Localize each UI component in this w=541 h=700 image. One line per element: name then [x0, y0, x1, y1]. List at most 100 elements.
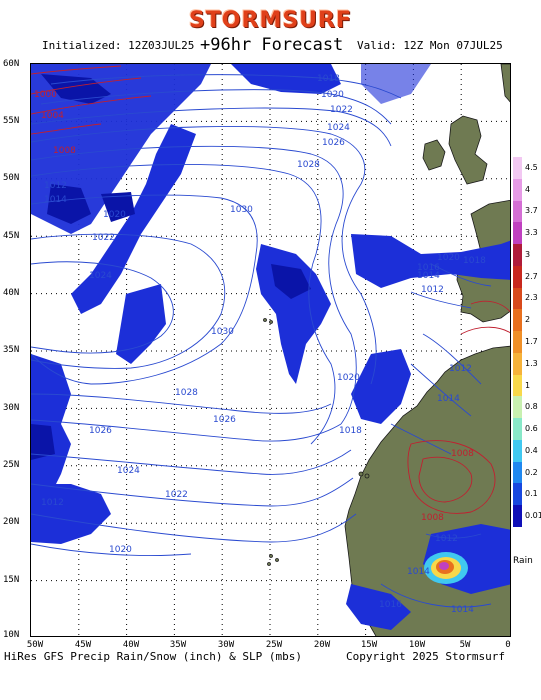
colorbar-segment — [513, 396, 522, 419]
lon-label: 40W — [122, 640, 140, 650]
colorbar-label: 1.7 — [525, 337, 538, 346]
lat-label: 15N — [3, 575, 20, 585]
colorbar-segment — [513, 265, 522, 289]
lon-label: 30W — [217, 640, 235, 650]
isobar-label: 1020 — [109, 545, 132, 555]
colorbar-segment — [513, 505, 522, 528]
isobar-label: 1022 — [92, 233, 115, 243]
precip-ne-atl — [361, 64, 431, 104]
isobar-label: 1026 — [89, 426, 112, 436]
isobar-label: 1024 — [89, 271, 112, 281]
lat-label: 10N — [3, 630, 20, 640]
isobar-label: 1024 — [117, 466, 140, 476]
lat-label: 35N — [3, 345, 20, 355]
colorbar-unit: Rain — [513, 556, 533, 566]
isobar-label: 1028 — [175, 388, 198, 398]
isobar-label: 1030 — [230, 205, 253, 215]
lat-label: 60N — [3, 59, 20, 69]
colorbar-label: 0.2 — [525, 467, 538, 477]
footer-copyright: Copyright 2025 Stormsurf — [346, 650, 505, 663]
lat-label: 45N — [3, 231, 20, 241]
colorbar-segment — [513, 309, 522, 332]
colorbar-segment — [513, 418, 522, 441]
isobar-label: 1014 — [44, 195, 67, 205]
britain-landmass — [448, 115, 488, 185]
lon-label: 45W — [74, 640, 92, 650]
colorbar-label: 0.8 — [525, 402, 538, 412]
colorbar-label: 0.4 — [525, 445, 538, 455]
isobar-label: 1020 — [437, 253, 460, 263]
lon-label: 20W — [313, 640, 331, 650]
colorbar-segment — [513, 200, 522, 223]
lat-label: 20N — [3, 517, 20, 527]
colorbar-segment — [513, 352, 522, 376]
colorbar-label: 3.3 — [525, 228, 538, 238]
precip-colorbar — [513, 157, 522, 528]
stormsurf-logo: STORMSURF — [188, 8, 353, 33]
valid-label: Valid: 12Z Mon 07JUL25 — [357, 39, 503, 52]
map-canvas: 1018 1020 1022 1024 1026 1028 1030 1030 … — [31, 64, 510, 636]
colorbar-segment — [513, 374, 522, 397]
isobar-label: 1012 — [44, 181, 67, 191]
isobar-label: 1014 — [407, 567, 430, 577]
lon-label: 15W — [360, 640, 378, 650]
precip-lobe-center — [256, 244, 331, 384]
lon-label: 0 — [505, 640, 511, 650]
isobar-label: 1030 — [211, 327, 234, 337]
isobar-label: 1014 — [437, 394, 460, 404]
isobar-label: 1016 — [379, 600, 402, 610]
colorbar-label: 4 — [525, 184, 531, 194]
colorbar-label: 3.7 — [525, 206, 538, 216]
lat-label: 50N — [3, 173, 20, 183]
isobar-label: 1000 — [34, 90, 57, 100]
forecast-map: 1018 1020 1022 1024 1026 1028 1030 1030 … — [30, 63, 511, 637]
colorbar-label: 0.01 — [525, 511, 541, 521]
isobar-label: 1020 — [337, 373, 360, 383]
isobar-label: 1026 — [213, 415, 236, 425]
lat-label: 55N — [3, 116, 20, 126]
isobar-label: 1022 — [330, 105, 353, 115]
colorbar-label: 1.3 — [525, 358, 538, 368]
colorbar-segment — [513, 439, 522, 463]
isobar-label: 1026 — [322, 138, 345, 148]
lon-label: 5W — [459, 640, 471, 650]
isobar-label: 1022 — [165, 490, 188, 500]
isobar-label: 1020 — [103, 210, 126, 220]
lat-label: 40N — [3, 288, 20, 298]
isobar-label: 1018 — [317, 74, 340, 84]
colorbar-label: 2.7 — [525, 271, 538, 281]
isobar-label: 1018 — [339, 426, 362, 436]
isobar-label: 1020 — [321, 90, 344, 100]
scandinavia-landmass — [500, 64, 510, 103]
isobar-label: 1004 — [41, 111, 64, 121]
precip-blob-canary — [351, 349, 411, 424]
colorbar-label: 0.6 — [525, 424, 538, 434]
lon-label: 35W — [169, 640, 187, 650]
colorbar-label: 3 — [525, 249, 531, 259]
isobar-label: 1012 — [41, 498, 64, 508]
isobar-label: 1008 — [451, 449, 474, 459]
colorbar-segment — [513, 331, 522, 354]
lat-label: 30N — [3, 403, 20, 413]
isobar-label: 1008 — [53, 146, 76, 156]
isobar-label: 1018 — [463, 256, 486, 266]
isobar-label: 1012 — [449, 364, 472, 374]
isobar-label: 1024 — [327, 123, 350, 133]
precip-cluster-sw — [31, 484, 111, 544]
isobar-label: 1012 — [421, 285, 444, 295]
initialized-label: Initialized: 12Z03JUL25 — [42, 39, 195, 52]
isobar-label: 1014 — [417, 271, 440, 281]
colorbar-label: 1 — [525, 380, 531, 390]
colorbar-segment — [513, 461, 522, 484]
lon-label: 50W — [26, 640, 44, 650]
forecast-title: +96hr Forecast — [200, 35, 344, 55]
colorbar-label: 2 — [525, 315, 531, 325]
isobar-label: 1008 — [421, 513, 444, 523]
footer-description: HiRes GFS Precip Rain/Snow (inch) & SLP … — [4, 650, 303, 663]
isobar-label: 1028 — [297, 160, 320, 170]
colorbar-segment — [513, 178, 522, 201]
colorbar-segment — [513, 483, 522, 506]
colorbar-label: 0.1 — [525, 489, 538, 499]
colorbar-segment — [513, 157, 522, 180]
precip-band-mid — [116, 284, 166, 364]
